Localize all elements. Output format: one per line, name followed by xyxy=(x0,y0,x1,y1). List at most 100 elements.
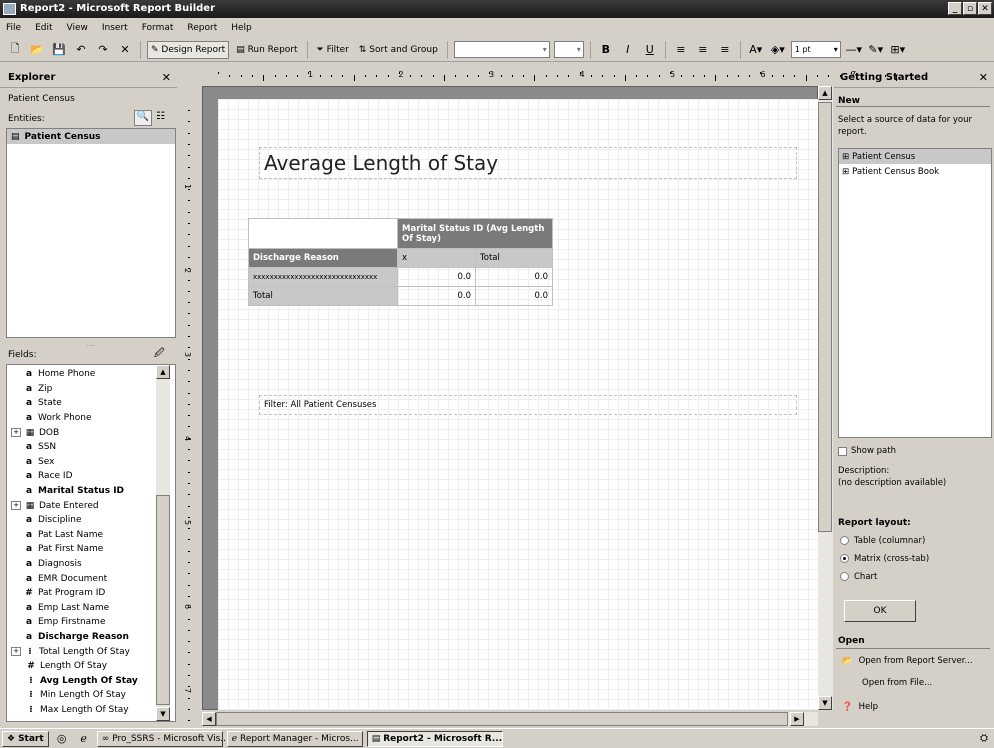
italic-icon[interactable]: I xyxy=(619,41,637,59)
source-item[interactable]: ⊞ Patient Census xyxy=(839,149,991,164)
field-item[interactable]: a Emp Firstname xyxy=(11,615,175,630)
scroll-up-button[interactable]: ▲ xyxy=(818,86,832,100)
search-icon[interactable]: 🔍 xyxy=(134,110,152,126)
font-combo[interactable]: ▾ xyxy=(453,41,550,58)
close-icon[interactable]: ✕ xyxy=(162,68,171,88)
field-item[interactable]: + ▦ Date Entered xyxy=(11,498,175,513)
field-item[interactable]: ⁝ Max Length Of Stay xyxy=(11,703,175,718)
scroll-thumb[interactable] xyxy=(818,102,832,532)
taskbar-item-active[interactable]: ▤ Report2 - Microsoft R... xyxy=(366,730,503,747)
matrix-table[interactable]: Marital Status ID (Avg Length Of Stay) D… xyxy=(248,218,553,306)
ok-button[interactable]: OK xyxy=(844,600,916,622)
filter-text[interactable]: Filter: All Patient Censuses xyxy=(259,395,797,415)
help-link[interactable]: ❓ Help xyxy=(842,702,878,712)
layout-matrix-radio[interactable]: Matrix (cross-tab) xyxy=(840,554,929,564)
total-cell[interactable]: 0.0 xyxy=(397,286,476,306)
report-title[interactable]: Average Length of Stay xyxy=(259,147,797,179)
delete-icon[interactable]: ✕ xyxy=(116,41,134,59)
minimize-button[interactable]: _ xyxy=(948,2,962,15)
data-cell[interactable]: 0.0 xyxy=(475,267,553,287)
fill-color-icon[interactable]: ◈▾ xyxy=(769,41,787,59)
field-item[interactable]: a Race ID xyxy=(11,469,175,484)
field-item[interactable]: + ▦ DOB xyxy=(11,425,175,440)
field-item[interactable]: a Diagnosis xyxy=(11,557,175,572)
row-total-label[interactable]: Total xyxy=(248,286,398,306)
scroll-thumb[interactable] xyxy=(156,495,170,705)
column-header-total[interactable]: Total xyxy=(475,248,553,268)
fields-scrollbar[interactable]: ▲ ▼ xyxy=(156,365,170,721)
close-button[interactable]: ✕ xyxy=(978,2,992,15)
total-cell[interactable]: 0.0 xyxy=(475,286,553,306)
scroll-down-button[interactable]: ▼ xyxy=(156,707,170,721)
scroll-right-button[interactable]: ▶ xyxy=(790,712,804,726)
font-color-icon[interactable]: A▾ xyxy=(747,41,765,59)
report-page[interactable]: Average Length of Stay Marital Status ID… xyxy=(218,99,818,710)
column-header-x[interactable]: x xyxy=(397,248,476,268)
ie-icon[interactable]: ℯ xyxy=(75,730,93,748)
menu-edit[interactable]: Edit xyxy=(35,23,52,33)
menu-help[interactable]: Help xyxy=(231,23,252,33)
close-icon[interactable]: ✕ xyxy=(979,68,988,88)
layout-table-radio[interactable]: Table (columnar) xyxy=(840,536,925,546)
border-icon[interactable]: ⊞▾ xyxy=(889,41,907,59)
field-item[interactable]: a Discharge Reason xyxy=(11,630,175,645)
maximize-button[interactable]: ▫ xyxy=(963,2,977,15)
field-item[interactable]: ⁝ Min Length Of Stay xyxy=(11,688,175,703)
field-item[interactable]: a Emp Last Name xyxy=(11,601,175,616)
undo-icon[interactable]: ↶ xyxy=(72,41,90,59)
row-value-cell[interactable]: xxxxxxxxxxxxxxxxxxxxxxxxxxxxxx xyxy=(248,267,398,287)
row-group-header[interactable]: Discharge Reason xyxy=(248,248,398,268)
entity-item[interactable]: ▤ Patient Census xyxy=(7,129,175,144)
menu-report[interactable]: Report xyxy=(187,23,217,33)
menu-insert[interactable]: Insert xyxy=(102,23,128,33)
new-field-icon[interactable]: 🖉 xyxy=(154,346,165,363)
view-toggle-icon[interactable]: ☷ xyxy=(156,111,165,122)
redo-icon[interactable]: ↷ xyxy=(94,41,112,59)
line-width-combo[interactable]: 1 pt ▾ xyxy=(790,41,841,58)
bold-icon[interactable]: B xyxy=(597,41,615,59)
layout-chart-radio[interactable]: Chart xyxy=(840,572,877,582)
field-item[interactable]: a SSN xyxy=(11,440,175,455)
align-right-icon[interactable]: ≡ xyxy=(716,41,734,59)
design-report-button[interactable]: ✎ Design Report xyxy=(147,40,230,59)
align-left-icon[interactable]: ≡ xyxy=(672,41,690,59)
line-style-icon[interactable]: —▾ xyxy=(845,41,863,59)
data-cell[interactable]: 0.0 xyxy=(397,267,476,287)
run-report-button[interactable]: ▤ Run Report xyxy=(233,41,300,59)
menu-format[interactable]: Format xyxy=(142,23,174,33)
scroll-up-button[interactable]: ▲ xyxy=(156,365,170,379)
expand-icon[interactable]: + xyxy=(11,428,21,438)
field-item[interactable]: a State xyxy=(11,396,175,411)
field-item[interactable]: a Pat Last Name xyxy=(11,528,175,543)
open-icon[interactable]: 📂 xyxy=(28,41,46,59)
source-item[interactable]: ⊞ Patient Census Book xyxy=(839,164,991,179)
field-item[interactable]: a Home Phone xyxy=(11,367,175,382)
taskbar-item[interactable]: ℯ Report Manager - Micros... xyxy=(226,730,363,747)
scroll-left-button[interactable]: ◀ xyxy=(202,712,216,726)
canvas-hscroll[interactable]: ◀ ▶ xyxy=(202,712,818,726)
save-icon[interactable]: 💾 xyxy=(50,41,68,59)
show-path-checkbox[interactable]: Show path xyxy=(838,446,896,456)
scroll-down-button[interactable]: ▼ xyxy=(818,696,832,710)
field-item[interactable]: + ⁝ Total Length Of Stay xyxy=(11,644,175,659)
scroll-thumb[interactable] xyxy=(216,712,788,726)
browser-icon[interactable]: ◎ xyxy=(53,730,71,748)
line-color-icon[interactable]: ✎▾ xyxy=(867,41,885,59)
field-item[interactable]: a Work Phone xyxy=(11,411,175,426)
new-icon[interactable]: 🗋 xyxy=(6,41,24,59)
field-item[interactable]: a EMR Document xyxy=(11,571,175,586)
canvas-vscroll[interactable]: ▲ ▼ xyxy=(818,86,833,710)
field-item[interactable]: a Sex xyxy=(11,455,175,470)
taskbar-item[interactable]: ∞ Pro_SSRS - Microsoft Vis... xyxy=(96,730,229,747)
splitter-grip[interactable]: .... xyxy=(86,340,95,348)
filter-button[interactable]: ⏷ Filter xyxy=(314,41,352,59)
open-file-link[interactable]: Open from File... xyxy=(862,678,932,688)
menu-file[interactable]: File xyxy=(6,23,21,33)
expand-icon[interactable]: + xyxy=(11,647,21,657)
start-button[interactable]: ❖ Start xyxy=(2,730,49,747)
font-size-combo[interactable]: ▾ xyxy=(553,41,584,58)
column-group-header[interactable]: Marital Status ID (Avg Length Of Stay) xyxy=(397,218,553,249)
underline-icon[interactable]: U xyxy=(641,41,659,59)
field-item[interactable]: a Discipline xyxy=(11,513,175,528)
field-item[interactable]: # Length Of Stay xyxy=(11,659,175,674)
